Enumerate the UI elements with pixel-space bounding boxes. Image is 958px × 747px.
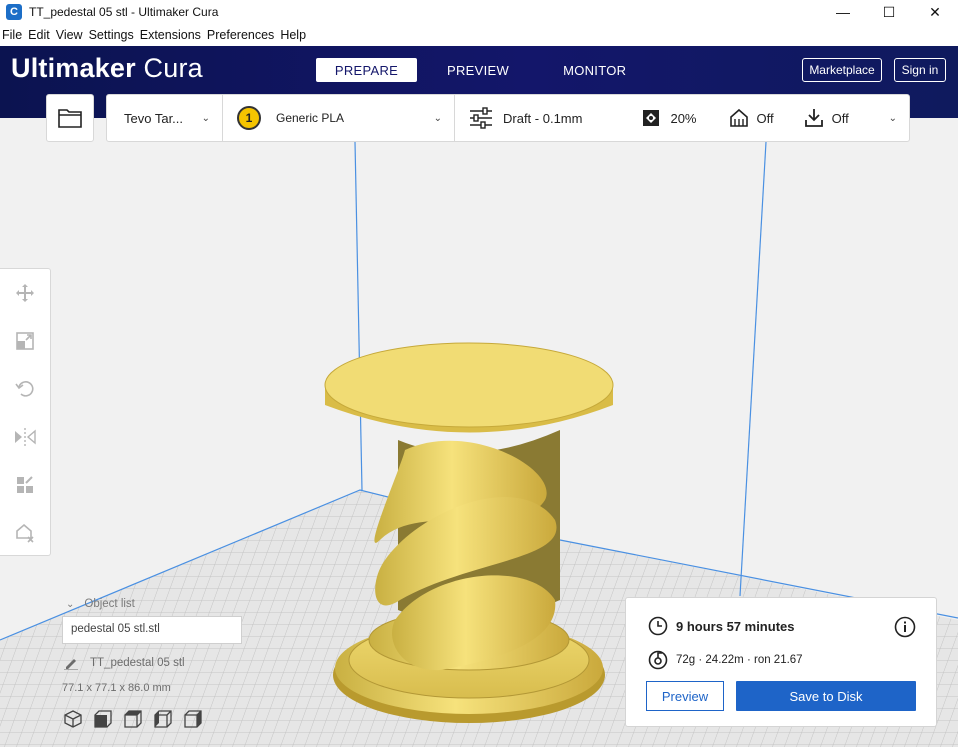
support-value: Off bbox=[756, 110, 774, 126]
ultimaker-cura-logo: Ultimaker Cura bbox=[11, 53, 203, 84]
move-tool-button[interactable] bbox=[13, 281, 37, 305]
transform-tools-panel bbox=[0, 268, 51, 556]
infill-icon bbox=[643, 110, 660, 126]
printer-name: Tevo Tar... bbox=[124, 110, 184, 126]
print-settings-button[interactable]: Draft - 0.1mm 20% Off Off ⌄ bbox=[455, 95, 909, 141]
per-model-settings-button[interactable] bbox=[13, 473, 37, 497]
open-file-button[interactable] bbox=[46, 94, 94, 142]
spool-icon bbox=[648, 650, 668, 670]
support-blocker-icon bbox=[16, 523, 34, 543]
menu-settings[interactable]: Settings bbox=[87, 28, 138, 42]
rotate-icon bbox=[15, 381, 34, 397]
logo-text-cura: Cura bbox=[135, 53, 203, 83]
menu-preferences[interactable]: Preferences bbox=[205, 28, 278, 42]
adhesion-icon bbox=[804, 109, 823, 127]
rotate-tool-button[interactable] bbox=[13, 377, 37, 401]
object-dimensions: 77.1 x 77.1 x 86.0 mm bbox=[62, 682, 171, 694]
extruder-badge-icon: 1 bbox=[237, 106, 261, 130]
tab-monitor[interactable]: MONITOR bbox=[539, 58, 650, 82]
per-model-settings-icon bbox=[17, 476, 33, 493]
tab-preview[interactable]: PREVIEW bbox=[423, 58, 533, 82]
support-blocker-button[interactable] bbox=[13, 521, 37, 545]
scale-tool-button[interactable] bbox=[13, 329, 37, 353]
menu-help[interactable]: Help bbox=[278, 28, 310, 42]
menu-view[interactable]: View bbox=[54, 28, 87, 42]
chevron-down-icon: ⌄ bbox=[66, 598, 75, 610]
selected-object-name[interactable]: TT_pedestal 05 stl bbox=[64, 656, 185, 670]
print-setup-toolbar: Tevo Tar... ⌄ 1 Generic PLA ⌄ Draft - 0.… bbox=[106, 94, 910, 142]
preview-button[interactable]: Preview bbox=[646, 681, 724, 711]
print-time: 9 hours 57 minutes bbox=[676, 618, 795, 634]
object-list-toggle[interactable]: ⌄ Object list bbox=[66, 598, 135, 610]
material-name: Generic PLA bbox=[276, 111, 345, 125]
right-view-icon[interactable] bbox=[184, 710, 202, 728]
adhesion-value: Off bbox=[831, 110, 849, 126]
window-titlebar: C TT_pedestal 05 stl - Ultimaker Cura — … bbox=[0, 0, 958, 24]
move-icon bbox=[16, 284, 34, 302]
menu-bar: File Edit View Settings Extensions Prefe… bbox=[0, 24, 958, 46]
menu-file[interactable]: File bbox=[0, 28, 26, 42]
profile-label: Draft - 0.1mm bbox=[503, 110, 583, 126]
chevron-down-icon: ⌄ bbox=[201, 112, 210, 124]
sign-in-button[interactable]: Sign in bbox=[894, 58, 946, 82]
mirror-tool-button[interactable] bbox=[13, 425, 37, 449]
3d-view-icon[interactable] bbox=[64, 710, 82, 728]
print-estimate-panel: 9 hours 57 minutes 72g · 24.22m · ron 21… bbox=[625, 597, 937, 727]
close-button[interactable]: ✕ bbox=[912, 0, 958, 24]
chevron-down-icon: ⌄ bbox=[433, 112, 442, 124]
camera-view-buttons bbox=[64, 710, 214, 728]
logo-text-ultimaker: Ultimaker bbox=[11, 53, 136, 83]
maximize-button[interactable]: ☐ bbox=[866, 0, 912, 24]
material-usage: 72g · 24.22m · ron 21.67 bbox=[676, 654, 803, 666]
chevron-down-icon: ⌄ bbox=[888, 112, 897, 124]
infill-value: 20% bbox=[670, 110, 697, 126]
printer-selector[interactable]: Tevo Tar... ⌄ bbox=[107, 95, 223, 141]
scale-icon bbox=[16, 332, 34, 350]
selected-object-label: TT_pedestal 05 stl bbox=[90, 657, 185, 669]
tab-prepare[interactable]: PREPARE bbox=[316, 58, 417, 82]
menu-extensions[interactable]: Extensions bbox=[138, 28, 205, 42]
pencil-icon bbox=[64, 659, 78, 670]
print-time-row: 9 hours 57 minutes bbox=[648, 616, 794, 636]
material-selector[interactable]: 1 Generic PLA ⌄ bbox=[223, 95, 455, 141]
menu-edit[interactable]: Edit bbox=[26, 28, 54, 42]
minimize-button[interactable]: — bbox=[820, 0, 866, 24]
left-view-icon[interactable] bbox=[154, 710, 172, 728]
object-list-item[interactable]: pedestal 05 stl.stl bbox=[62, 616, 242, 644]
stage-tabs: PREPARE PREVIEW MONITOR bbox=[316, 58, 656, 82]
info-icon[interactable] bbox=[894, 616, 916, 638]
object-list-title: Object list bbox=[84, 598, 135, 610]
marketplace-button[interactable]: Marketplace bbox=[802, 58, 882, 82]
clock-icon bbox=[648, 616, 668, 636]
sliders-icon bbox=[470, 107, 492, 129]
support-icon bbox=[729, 108, 748, 127]
cura-app-icon: C bbox=[6, 4, 22, 20]
mirror-icon bbox=[15, 428, 36, 446]
window-title: TT_pedestal 05 stl - Ultimaker Cura bbox=[29, 5, 219, 19]
folder-icon bbox=[58, 109, 82, 128]
save-to-disk-button[interactable]: Save to Disk bbox=[736, 681, 916, 711]
top-view-icon[interactable] bbox=[124, 710, 142, 728]
material-usage-row: 72g · 24.22m · ron 21.67 bbox=[648, 650, 803, 670]
front-view-icon[interactable] bbox=[94, 710, 112, 728]
